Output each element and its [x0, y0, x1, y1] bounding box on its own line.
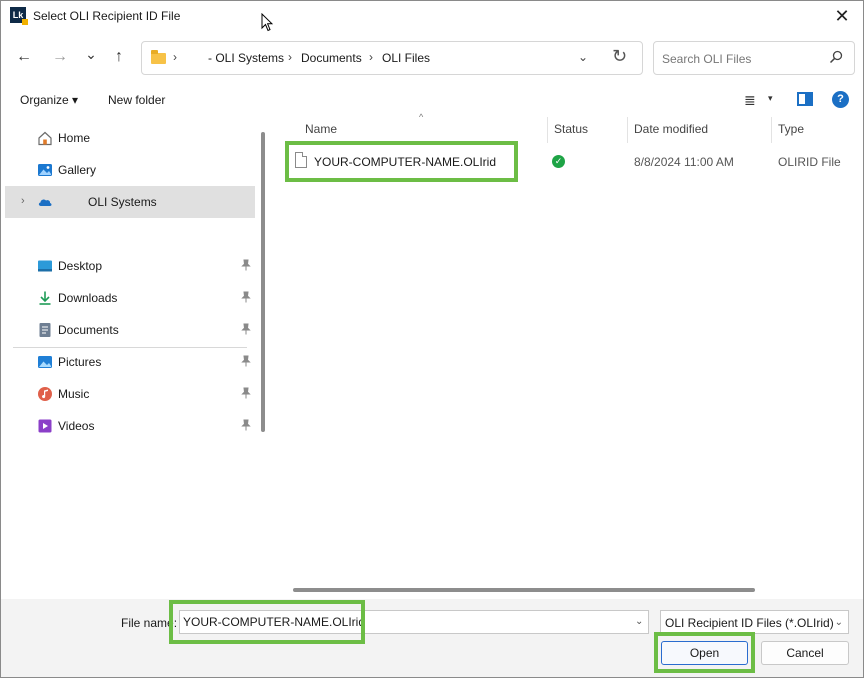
- music-icon: [38, 387, 52, 401]
- open-button-highlight-box: [654, 632, 755, 673]
- cancel-button[interactable]: Cancel: [761, 641, 849, 665]
- gallery-icon: [38, 164, 52, 176]
- column-header-name[interactable]: Name: [305, 122, 337, 136]
- pin-icon[interactable]: [241, 419, 251, 431]
- title-bar: Lk Select OLI Recipient ID File ✕: [1, 1, 863, 32]
- column-header-type[interactable]: Type: [778, 122, 804, 136]
- search-input[interactable]: Search OLI Files: [662, 52, 751, 66]
- column-header-status[interactable]: Status: [554, 122, 588, 136]
- search-box[interactable]: Search OLI Files: [653, 41, 855, 75]
- navigation-pane-scrollbar[interactable]: [261, 132, 265, 432]
- sort-ascending-icon: ^: [419, 112, 424, 122]
- app-logo-icon: Lk: [10, 7, 28, 25]
- search-icon: [829, 50, 843, 64]
- sidebar-item-documents[interactable]: Documents: [5, 314, 255, 346]
- file-list-horizontal-scrollbar[interactable]: [293, 588, 755, 592]
- sidebar-item-desktop[interactable]: Desktop: [5, 250, 255, 282]
- sidebar-item-label: OLI Systems: [88, 195, 157, 209]
- new-folder-button[interactable]: New folder: [108, 93, 165, 107]
- documents-icon: [39, 323, 51, 337]
- file-name-highlight-box: [169, 600, 365, 644]
- up-button[interactable]: ↑: [107, 45, 131, 69]
- dialog-title: Select OLI Recipient ID File: [33, 9, 181, 23]
- breadcrumb-separator[interactable]: ›: [288, 50, 292, 64]
- column-divider[interactable]: [627, 117, 628, 143]
- column-divider[interactable]: [547, 117, 548, 143]
- desktop-icon: [38, 260, 52, 272]
- sidebar-item-pictures[interactable]: Pictures: [5, 346, 255, 378]
- sidebar-item-label: Home: [58, 131, 91, 145]
- breadcrumb-separator[interactable]: ›: [369, 50, 373, 64]
- sync-status-check-icon: ✓: [552, 155, 565, 168]
- pin-icon[interactable]: [241, 259, 251, 271]
- sidebar-item-label: Documents: [58, 323, 119, 337]
- pictures-icon: [38, 356, 52, 368]
- help-icon[interactable]: ?: [832, 91, 849, 108]
- file-type-selected: OLI Recipient ID Files (*.OLIrid): [665, 616, 834, 630]
- preview-pane-icon[interactable]: [797, 92, 813, 106]
- sidebar-item-label: Videos: [58, 419, 95, 433]
- address-bar[interactable]: › - OLI Systems › Documents › OLI Files …: [141, 41, 643, 75]
- column-divider[interactable]: [771, 117, 772, 143]
- sidebar-item-oli-systems[interactable]: › OLI Systems: [5, 186, 255, 218]
- sidebar-item-videos[interactable]: Videos: [5, 410, 255, 442]
- forward-button[interactable]: →: [48, 45, 72, 69]
- home-icon: [38, 131, 52, 146]
- chevron-down-icon: ⌄: [834, 617, 843, 628]
- navigation-pane: Home Gallery › OLI Systems Desktop Downl…: [1, 115, 271, 599]
- breadcrumb-separator[interactable]: ›: [173, 50, 177, 64]
- date-modified-cell: 8/8/2024 11:00 AM: [634, 155, 734, 169]
- folder-icon: [151, 50, 166, 64]
- file-type-select[interactable]: OLI Recipient ID Files (*.OLIrid) ⌄: [660, 610, 849, 634]
- sidebar-item-music[interactable]: Music: [5, 378, 255, 410]
- expand-chevron-icon[interactable]: ›: [21, 195, 25, 207]
- file-open-dialog: Lk Select OLI Recipient ID File ✕ ← → ⌄ …: [0, 0, 864, 678]
- mouse-cursor-icon: [261, 13, 273, 32]
- column-header-date-modified[interactable]: Date modified: [634, 122, 708, 136]
- pin-icon[interactable]: [241, 323, 251, 335]
- sidebar-item-label: Gallery: [58, 163, 97, 177]
- sidebar-item-home[interactable]: Home: [5, 122, 255, 154]
- file-type-cell: OLIRID File: [778, 155, 841, 169]
- sidebar-item-label: Desktop: [58, 259, 103, 273]
- recent-locations-button[interactable]: ⌄: [79, 42, 103, 66]
- pin-icon[interactable]: [241, 291, 251, 303]
- file-name-history-dropdown[interactable]: ⌄: [635, 616, 643, 627]
- address-history-dropdown[interactable]: ⌄: [578, 50, 588, 64]
- onedrive-cloud-icon: [38, 199, 52, 206]
- sidebar-item-gallery[interactable]: Gallery: [5, 154, 255, 186]
- breadcrumb-documents[interactable]: Documents: [301, 51, 362, 65]
- downloads-icon: [39, 291, 51, 305]
- sidebar-item-label: Pictures: [58, 355, 102, 369]
- videos-icon: [38, 419, 52, 433]
- organize-menu[interactable]: Organize ▾: [20, 93, 78, 107]
- sidebar-item-downloads[interactable]: Downloads: [5, 282, 255, 314]
- sidebar-item-label: Music: [58, 387, 90, 401]
- breadcrumb-oli-files[interactable]: OLI Files: [382, 51, 430, 65]
- close-button[interactable]: ✕: [831, 5, 853, 27]
- breadcrumb-oli-systems[interactable]: - OLI Systems: [208, 51, 284, 65]
- pin-icon[interactable]: [241, 355, 251, 367]
- refresh-button[interactable]: ↻: [612, 46, 627, 67]
- sidebar-item-label: Downloads: [58, 291, 118, 305]
- file-highlight-box: [285, 141, 518, 182]
- view-options-icon[interactable]: ≣: [744, 92, 756, 109]
- back-button[interactable]: ←: [12, 45, 36, 69]
- pin-icon[interactable]: [241, 387, 251, 399]
- view-dropdown-chevron-icon[interactable]: ▾: [768, 93, 773, 104]
